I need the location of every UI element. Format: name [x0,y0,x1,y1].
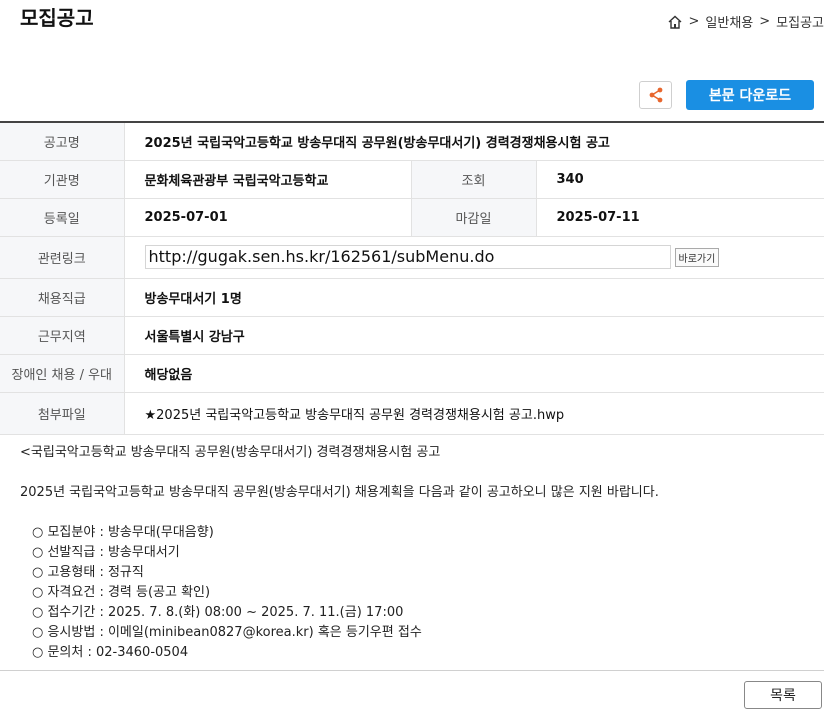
related-link-field[interactable]: http://gugak.sen.hs.kr/162561/subMenu.do [144,245,671,269]
breadcrumb-item-recruit[interactable]: 모집공고 [776,12,824,31]
notice-detail-table: 공고명 2025년 국립국악고등학교 방송무대직 공무원(방송무대서기) 경력경… [0,121,824,435]
divider [0,670,824,671]
table-row: 장애인 채용 / 우대 해당없음 [0,354,824,393]
region-label: 근무지역 [0,316,125,355]
link-label: 관련링크 [0,236,125,279]
title-label: 공고명 [0,121,125,161]
list-item: ○ 문의처 : 02-3460-0504 [32,645,189,660]
breadcrumb: > 일반채용 > 모집공고 [667,12,824,31]
table-row: 채용직급 방송무대서기 1명 [0,278,824,317]
position-value: 방송무대서기 1명 [124,278,824,317]
list-item: ○ 선발직급 : 방송무대서기 [32,545,180,560]
breadcrumb-item-general[interactable]: 일반채용 [705,12,753,31]
table-row: 기관명 문화체육관광부 국립국악고등학교 조회 340 [0,160,824,199]
table-row: 등록일 2025-07-01 마감일 2025-07-11 [0,198,824,237]
list-item: ○ 접수기간 : 2025. 7. 8.(화) 08:00 ~ 2025. 7.… [32,605,404,620]
share-icon [649,87,662,103]
body-intro: 2025년 국립국악고등학교 방송무대직 공무원(방송무대서기) 채용계획을 다… [20,485,659,500]
list-item: ○ 고용형태 : 정규직 [32,565,144,580]
breadcrumb-separator: > [688,14,700,29]
body-heading: <국립국악고등학교 방송무대직 공무원(방송무대서기) 경력경쟁채용시험 공고 [20,445,441,460]
views-label: 조회 [410,160,537,199]
disability-label: 장애인 채용 / 우대 [0,354,125,393]
reg-date-value: 2025-07-01 [124,198,411,237]
deadline-label: 마감일 [410,198,537,237]
region-value: 서울특별시 강남구 [124,316,824,355]
breadcrumb-separator: > [759,14,771,29]
title-value: 2025년 국립국악고등학교 방송무대직 공무원(방송무대서기) 경력경쟁채용시… [124,121,824,161]
home-icon[interactable] [667,14,683,30]
table-row: 근무지역 서울특별시 강남구 [0,316,824,355]
attachment-file-link[interactable]: ★2025년 국립국악고등학교 방송무대직 공무원 경력경쟁채용시험 공고.hw… [124,392,824,435]
views-value: 340 [536,160,824,199]
list-item: ○ 응시방법 : 이메일(minibean0827@korea.kr) 혹은 등… [32,625,422,640]
notice-body: <국립국악고등학교 방송무대직 공무원(방송무대서기) 경력경쟁채용시험 공고 … [20,443,659,663]
table-row: 관련링크 http://gugak.sen.hs.kr/162561/subMe… [0,236,824,279]
position-label: 채용직급 [0,278,125,317]
deadline-value: 2025-07-11 [536,198,824,237]
list-button[interactable]: 목록 [744,681,822,709]
reg-date-label: 등록일 [0,198,125,237]
go-link-button[interactable]: 바로가기 [674,247,720,267]
attachment-label: 첨부파일 [0,392,125,435]
share-button[interactable] [639,81,672,109]
page-title: 모집공고 [20,6,94,30]
list-item: ○ 모집분야 : 방송무대(무대음향) [32,525,214,540]
download-body-button[interactable]: 본문 다운로드 [686,80,814,110]
list-item: ○ 자격요건 : 경력 등(공고 확인) [32,585,211,600]
org-value: 문화체육관광부 국립국악고등학교 [124,160,411,199]
org-label: 기관명 [0,160,125,199]
table-row: 공고명 2025년 국립국악고등학교 방송무대직 공무원(방송무대서기) 경력경… [0,121,824,161]
toolbar: 본문 다운로드 [639,80,814,110]
table-row: 첨부파일 ★2025년 국립국악고등학교 방송무대직 공무원 경력경쟁채용시험 … [0,392,824,435]
disability-value: 해당없음 [124,354,824,393]
